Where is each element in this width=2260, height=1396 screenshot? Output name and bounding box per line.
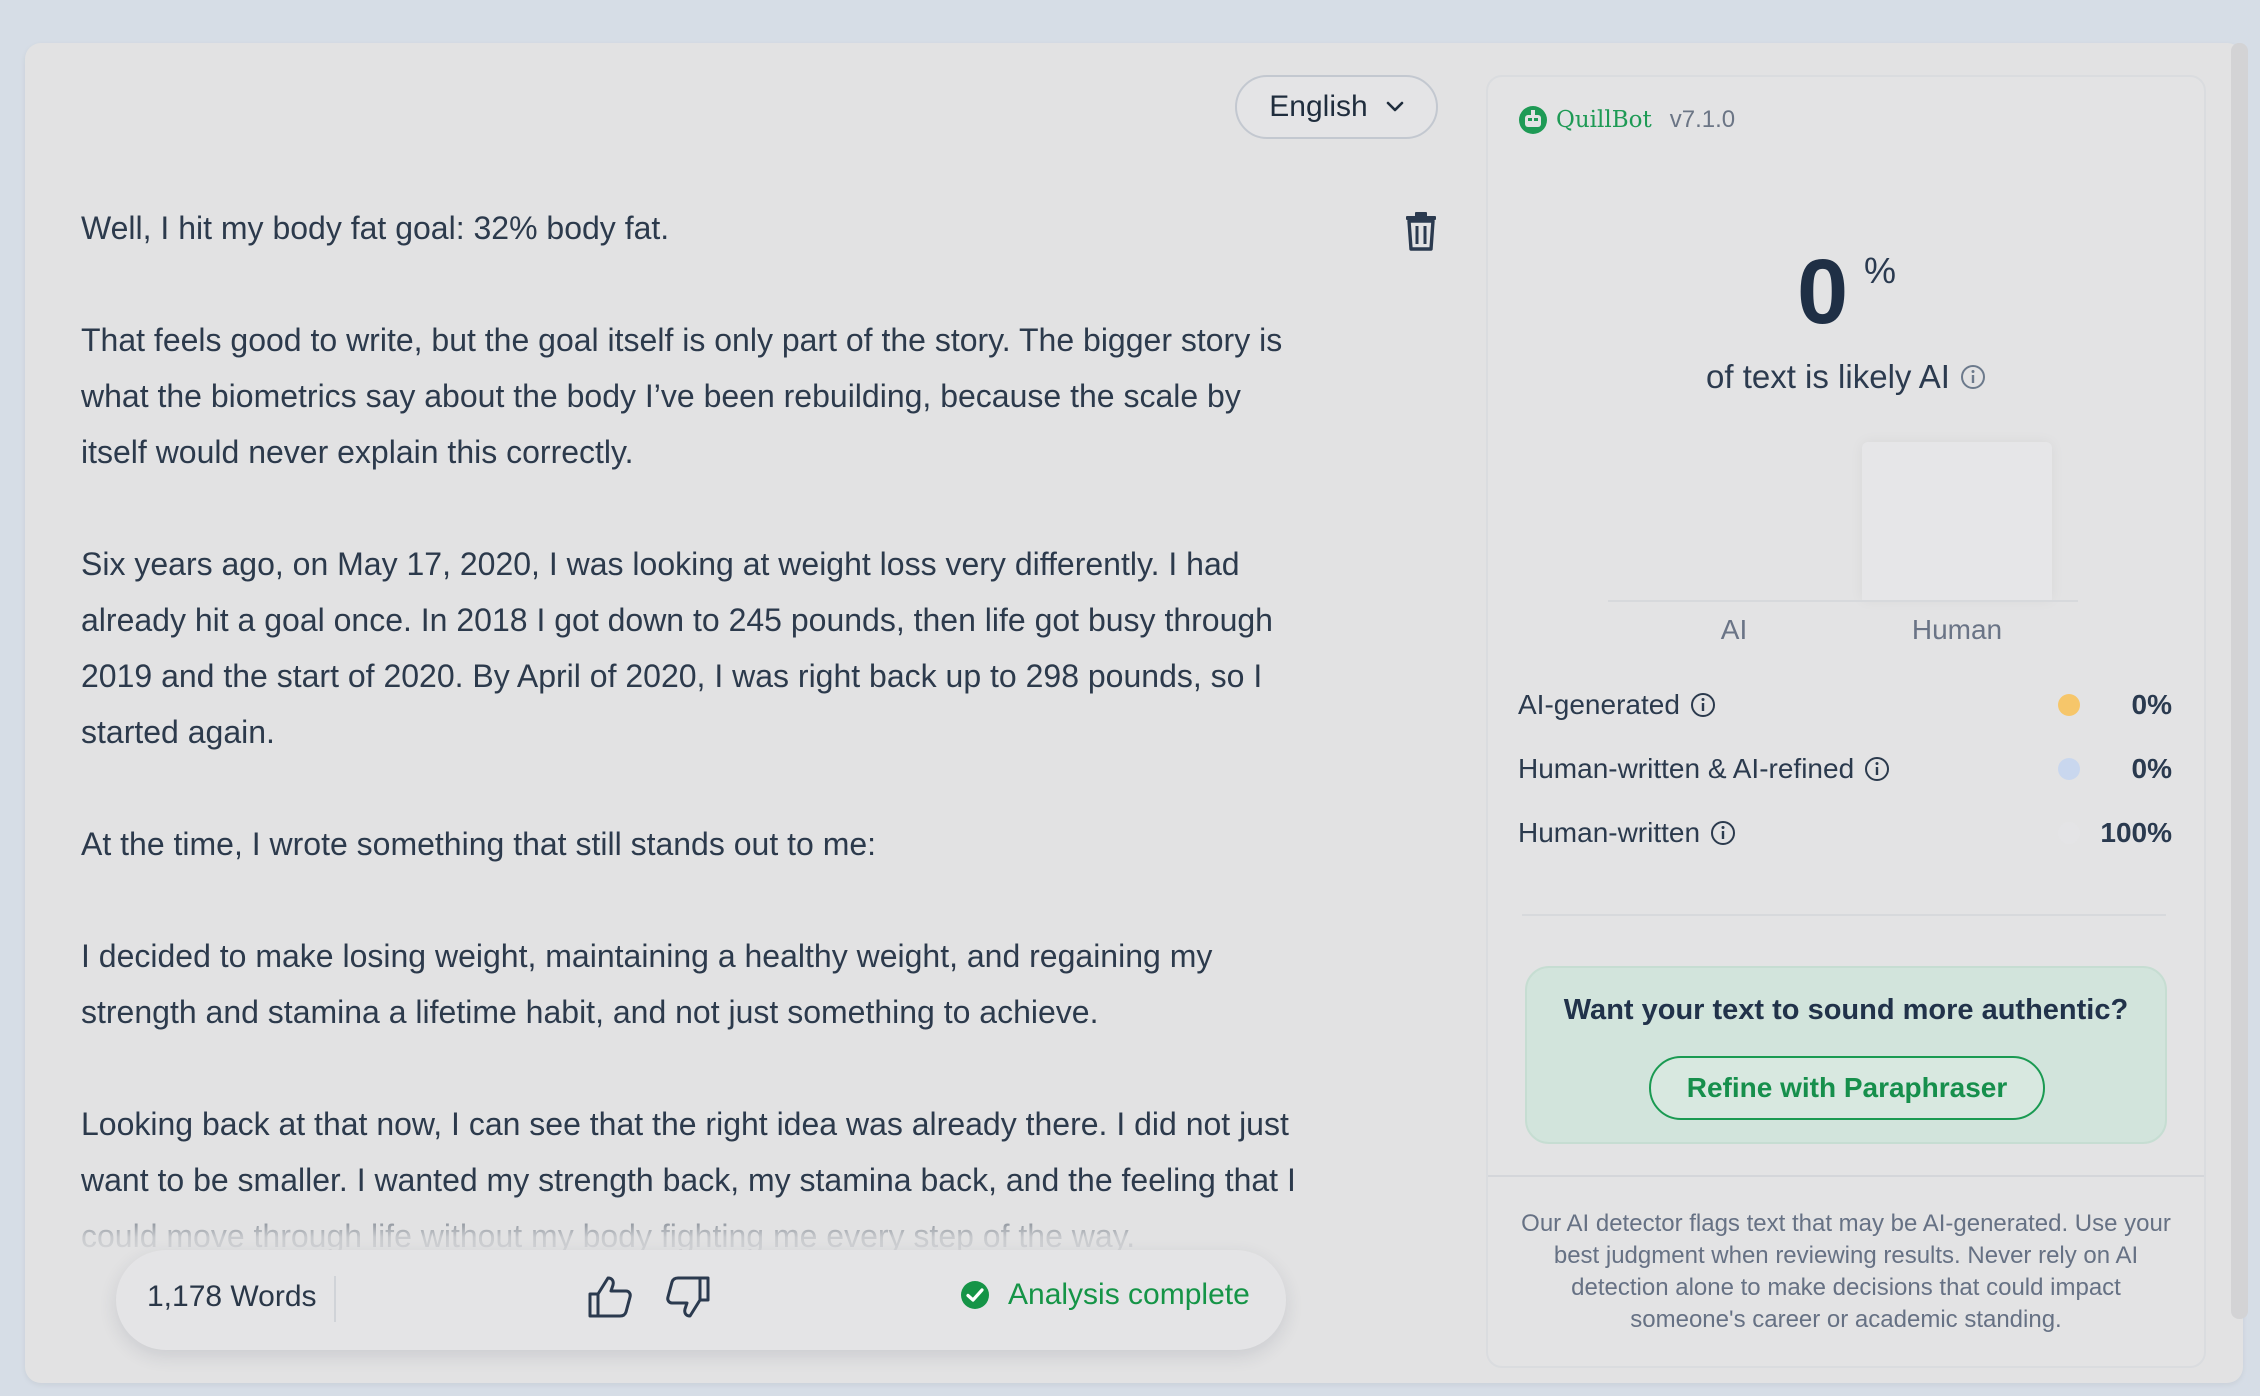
- divider: [1522, 914, 2166, 916]
- analysis-status: Analysis complete: [960, 1278, 1250, 1312]
- x-label-human: Human: [1911, 614, 2003, 645]
- version-label: v7.1.0: [1669, 106, 1736, 133]
- info-icon[interactable]: [1864, 756, 1890, 782]
- row-human-written: Human-written 100%: [1518, 813, 2178, 853]
- brand-name: QuillBot: [1556, 107, 1652, 133]
- paragraph: Well, I hit my body fat goal: 32% body f…: [81, 210, 670, 246]
- paraphraser-cta: Want your text to sound more authentic? …: [1525, 966, 2167, 1144]
- row-ai-generated: AI-generated 0%: [1518, 685, 2178, 725]
- row-value: 0%: [2131, 753, 2172, 784]
- paragraph: Six years ago, on May 17, 2020, I was lo…: [81, 546, 1273, 750]
- legend-dot-human: [2058, 822, 2080, 844]
- editor-footer-bar: 1,178 Words Analysis complete: [116, 1250, 1286, 1350]
- ai-score-unit: %: [1864, 250, 1897, 291]
- thumbs-up-icon[interactable]: [586, 1274, 634, 1320]
- row-value: 100%: [2100, 817, 2172, 848]
- thumbs-down-icon[interactable]: [664, 1274, 712, 1320]
- chart-axis: [1608, 600, 2078, 602]
- legend-dot-refined: [2058, 758, 2080, 780]
- language-label: English: [1269, 90, 1368, 123]
- row-human-ai-refined: Human-written & AI-refined 0%: [1518, 749, 2178, 789]
- trash-icon[interactable]: [1403, 211, 1439, 251]
- row-label: Human-written: [1518, 817, 1701, 848]
- bar-human: [1862, 442, 2052, 600]
- refine-with-paraphraser-button[interactable]: Refine with Paraphraser: [1649, 1056, 2045, 1120]
- legend-dot-ai: [2058, 694, 2080, 716]
- quillbot-logo-icon: [1519, 106, 1547, 134]
- disclaimer: Our AI detector flags text that may be A…: [1521, 1210, 2171, 1333]
- paragraph: At the time, I wrote something that stil…: [81, 826, 877, 862]
- chevron-down-icon: [1386, 101, 1404, 112]
- paragraph: That feels good to write, but the goal i…: [81, 322, 1283, 470]
- x-label-ai: AI: [1720, 614, 1748, 645]
- divider: [1488, 1175, 2204, 1177]
- info-icon[interactable]: [1960, 364, 1986, 390]
- paragraph: I decided to make losing weight, maintai…: [81, 938, 1213, 1030]
- ai-human-chart: [1608, 440, 2078, 602]
- info-icon[interactable]: [1710, 820, 1736, 846]
- row-label: AI-generated: [1518, 689, 1680, 720]
- score-caption: of text is likely AI: [1706, 358, 1986, 396]
- scrollbar[interactable]: [2231, 43, 2248, 1319]
- brand: QuillBot v7.1.0: [1518, 105, 1735, 135]
- score-caption-text: of text is likely AI: [1706, 358, 1950, 395]
- status-text: Analysis complete: [1008, 1278, 1250, 1311]
- cta-title: Want your text to sound more authentic?: [1563, 994, 2129, 1026]
- divider: [334, 1276, 336, 1322]
- info-icon[interactable]: [1690, 692, 1716, 718]
- row-label: Human-written & AI-refined: [1518, 753, 1855, 784]
- row-value: 0%: [2131, 689, 2172, 720]
- language-dropdown[interactable]: English: [1235, 75, 1438, 139]
- text-editor[interactable]: Well, I hit my body fat goal: 32% body f…: [81, 200, 1301, 1330]
- check-circle-icon: [961, 1281, 989, 1309]
- ai-score: 0: [1797, 241, 1849, 343]
- word-count: 1,178 Words: [147, 1280, 317, 1313]
